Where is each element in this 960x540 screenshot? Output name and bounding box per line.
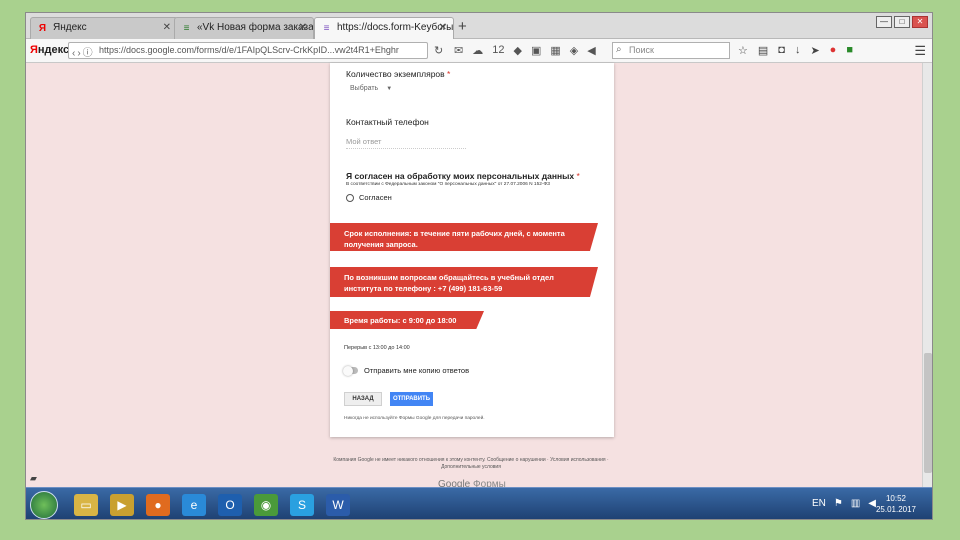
- new-tab-icon[interactable]: +: [458, 18, 467, 35]
- outlook-icon[interactable]: O: [218, 494, 242, 516]
- browser-action-icons: ☆ ▤ ◘ ↓ ➤ ● ■: [738, 44, 853, 57]
- break-time-text: Перерыв с 13:00 до 14:00: [344, 345, 410, 351]
- toolbar-icons: ✉ ☁ 12 ◆ ▣ ▦ ◈ ◀: [454, 44, 596, 57]
- clock-date: 25.01.2017: [875, 505, 916, 514]
- menu-icon[interactable]: ☰: [914, 43, 926, 59]
- navigation-bar: Яндекс ‹›ⓘ https://docs.google.com/forms…: [26, 39, 932, 63]
- window-close-icon[interactable]: ✕: [912, 16, 928, 28]
- taskbar-clock[interactable]: 10:52 25.01.2017: [876, 493, 916, 515]
- page-scrollbar[interactable]: [922, 63, 932, 487]
- volume-icon[interactable]: ◀: [868, 498, 876, 509]
- footer-disclaimer: Компания Google не имеет никакого отноше…: [333, 457, 609, 470]
- clock-time: 10:52: [885, 494, 906, 503]
- phone-input[interactable]: Мой ответ: [346, 137, 466, 149]
- mail-icon[interactable]: ✉: [454, 44, 463, 57]
- bookmark-star-icon[interactable]: ☆: [738, 44, 748, 57]
- copies-dropdown[interactable]: Выбрать ▼: [350, 85, 392, 92]
- question-copies-label: Количество экземпляров *: [346, 69, 451, 79]
- close-icon[interactable]: ✕: [439, 22, 447, 33]
- consent-question-label: Я согласен на обработку моих персональны…: [346, 171, 580, 181]
- yandex-logo[interactable]: Яндекс: [30, 44, 69, 56]
- password-warning: Никогда не используйте Формы Google для …: [344, 416, 485, 421]
- submit-button[interactable]: ОТПРАВИТЬ: [390, 392, 433, 406]
- search-icon: ⌕: [616, 44, 622, 55]
- tab-title: https://docs.form-Keyбorы: [337, 22, 454, 33]
- skype-icon[interactable]: S: [290, 494, 314, 516]
- flag-icon[interactable]: ⚑: [834, 498, 843, 509]
- weather-icon[interactable]: ☁: [472, 44, 483, 57]
- file-explorer-icon[interactable]: ▭: [74, 494, 98, 516]
- pocket-icon[interactable]: ◘: [778, 44, 785, 57]
- tab-bar: Я Яндекс ✕ ≡ «Vk Новая форма заказа ... …: [26, 13, 932, 39]
- weather-temp: 12: [492, 44, 505, 56]
- reload-icon[interactable]: ↻: [434, 44, 443, 57]
- back-forward-icon[interactable]: ‹›ⓘ: [72, 44, 95, 58]
- word-icon[interactable]: W: [326, 494, 350, 516]
- clipboard-icon[interactable]: ▤: [758, 44, 768, 57]
- download-icon[interactable]: ↓: [795, 44, 801, 57]
- contact-banner: По возникшим вопросам обращайтесь в учеб…: [330, 267, 598, 297]
- maximize-icon[interactable]: □: [894, 16, 910, 28]
- extension-icon[interactable]: ◈: [570, 44, 578, 57]
- language-indicator[interactable]: EN: [812, 498, 826, 509]
- feedback-icon[interactable]: ▰: [30, 473, 37, 484]
- extension-icon[interactable]: ▣: [531, 44, 541, 57]
- close-icon[interactable]: ✕: [299, 22, 307, 33]
- form-icon: ≡: [323, 23, 330, 34]
- addon-icon[interactable]: ●: [830, 44, 837, 57]
- search-placeholder: Поиск: [629, 45, 654, 55]
- send-copy-label: Отправить мне копию ответов: [364, 366, 470, 375]
- url-bar[interactable]: ‹›ⓘ https://docs.google.com/forms/d/e/1F…: [68, 42, 428, 59]
- taskbar-pinned-apps: ▭ ▶ ● e O ◉ S W: [74, 494, 350, 516]
- form-card: Количество экземпляров * Выбрать ▼ Контак…: [330, 63, 614, 437]
- url-text: https://docs.google.com/forms/d/e/1FAIpQ…: [99, 45, 399, 55]
- close-icon[interactable]: ✕: [163, 22, 171, 33]
- speaker-icon[interactable]: ◀: [587, 44, 595, 57]
- back-button[interactable]: НАЗАД: [344, 392, 382, 406]
- window-controls: — □ ✕: [876, 16, 928, 28]
- scrollbar-thumb[interactable]: [924, 353, 932, 473]
- tab-yandex[interactable]: Я Яндекс ✕: [30, 17, 178, 39]
- tab-title: Яндекс: [53, 22, 87, 33]
- consent-description: В соответствии с Федеральным законом "О …: [346, 182, 551, 187]
- start-button[interactable]: [30, 491, 58, 519]
- firefox-icon[interactable]: ●: [146, 494, 170, 516]
- extension-icon[interactable]: ◆: [513, 44, 521, 57]
- form-icon: ≡: [183, 23, 190, 34]
- consent-radio-label[interactable]: Согласен: [359, 193, 392, 202]
- deadline-banner: Срок исполнения: в течение пяти рабочих …: [330, 223, 598, 251]
- tab-title: «Vk Новая форма заказа ...: [197, 22, 314, 33]
- toggle-knob: [343, 365, 353, 376]
- yandex-icon: Я: [38, 23, 47, 34]
- internet-explorer-icon[interactable]: e: [182, 494, 206, 516]
- send-icon[interactable]: ➤: [810, 44, 819, 57]
- browser-window: Я Яндекс ✕ ≡ «Vk Новая форма заказа ... …: [25, 12, 933, 520]
- minimize-icon[interactable]: —: [876, 16, 892, 28]
- tab-google-form[interactable]: ≡ https://docs.form-Keyбorы ✕: [314, 17, 454, 39]
- media-player-icon[interactable]: ▶: [110, 494, 134, 516]
- chrome-icon[interactable]: ◉: [254, 494, 278, 516]
- search-box[interactable]: ⌕ Поиск: [612, 42, 730, 59]
- network-icon[interactable]: ▥: [851, 498, 860, 509]
- question-phone-label: Контактный телефон: [346, 117, 429, 127]
- extension-icon[interactable]: ▦: [550, 44, 560, 57]
- consent-radio[interactable]: [346, 194, 354, 202]
- system-tray: EN ⚑ ▥ ◀: [812, 498, 876, 509]
- windows-taskbar: ▭ ▶ ● e O ◉ S W EN ⚑ ▥ ◀ 10:52 25.01.201…: [26, 487, 932, 519]
- tab-vk-form[interactable]: ≡ «Vk Новая форма заказа ... ✕: [174, 17, 314, 39]
- addon-icon[interactable]: ■: [846, 44, 853, 57]
- chevron-down-icon: ▼: [386, 86, 393, 92]
- send-copy-toggle[interactable]: [343, 365, 358, 376]
- hours-banner: Время работы: с 9:00 до 18:00: [330, 311, 484, 329]
